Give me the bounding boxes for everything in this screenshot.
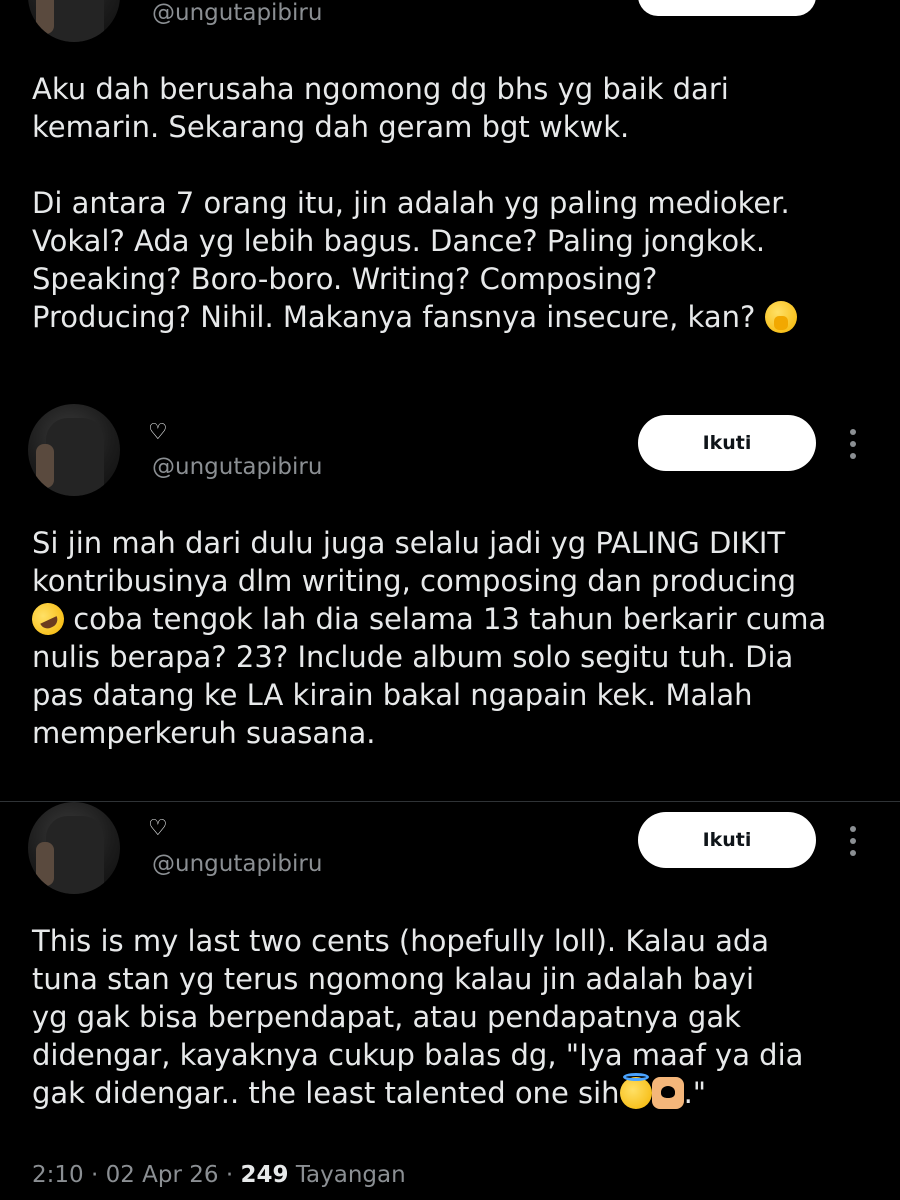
tweet-text: Si jin mah dari dulu juga selalu jadi yg… [26, 524, 868, 752]
more-options-icon[interactable] [846, 426, 860, 462]
smiling-face-with-halo-icon [619, 1073, 652, 1109]
meta-separator: · [225, 1162, 234, 1188]
divider [0, 801, 900, 802]
tweet-date[interactable]: 02 Apr 26 [106, 1162, 219, 1188]
avatar[interactable] [28, 802, 120, 894]
views-count: 249 [240, 1162, 289, 1188]
tweet-meta: 2:10 · 02 Apr 26 · 249 Tayangan [32, 1160, 406, 1190]
tweet-text: Aku dah berusaha ngomong dg bhs yg baik … [32, 70, 868, 336]
meta-separator: · [90, 1162, 99, 1188]
face-with-hand-over-mouth-icon [764, 301, 797, 333]
user-handle[interactable]: @ungutapibiru [152, 2, 322, 25]
heart-hands-icon [651, 1077, 684, 1109]
rolling-on-floor-laughing-icon [26, 597, 70, 641]
more-options-icon[interactable] [846, 823, 860, 859]
heart-icon: ♡ [148, 816, 168, 841]
tweet-time[interactable]: 2:10 [32, 1162, 84, 1188]
user-handle[interactable]: @ungutapibiru [152, 853, 322, 876]
follow-button[interactable]: Ikuti [638, 812, 816, 868]
heart-icon: ♡ [148, 420, 168, 445]
tweet-text: This is my last two cents (hopefully lol… [32, 924, 804, 1110]
avatar[interactable] [28, 404, 120, 496]
views-label: Tayangan [295, 1162, 406, 1188]
avatar[interactable] [28, 0, 120, 42]
user-handle[interactable]: @ungutapibiru [152, 456, 322, 479]
follow-button[interactable]: Ikuti [638, 415, 816, 471]
follow-button[interactable] [638, 0, 816, 16]
